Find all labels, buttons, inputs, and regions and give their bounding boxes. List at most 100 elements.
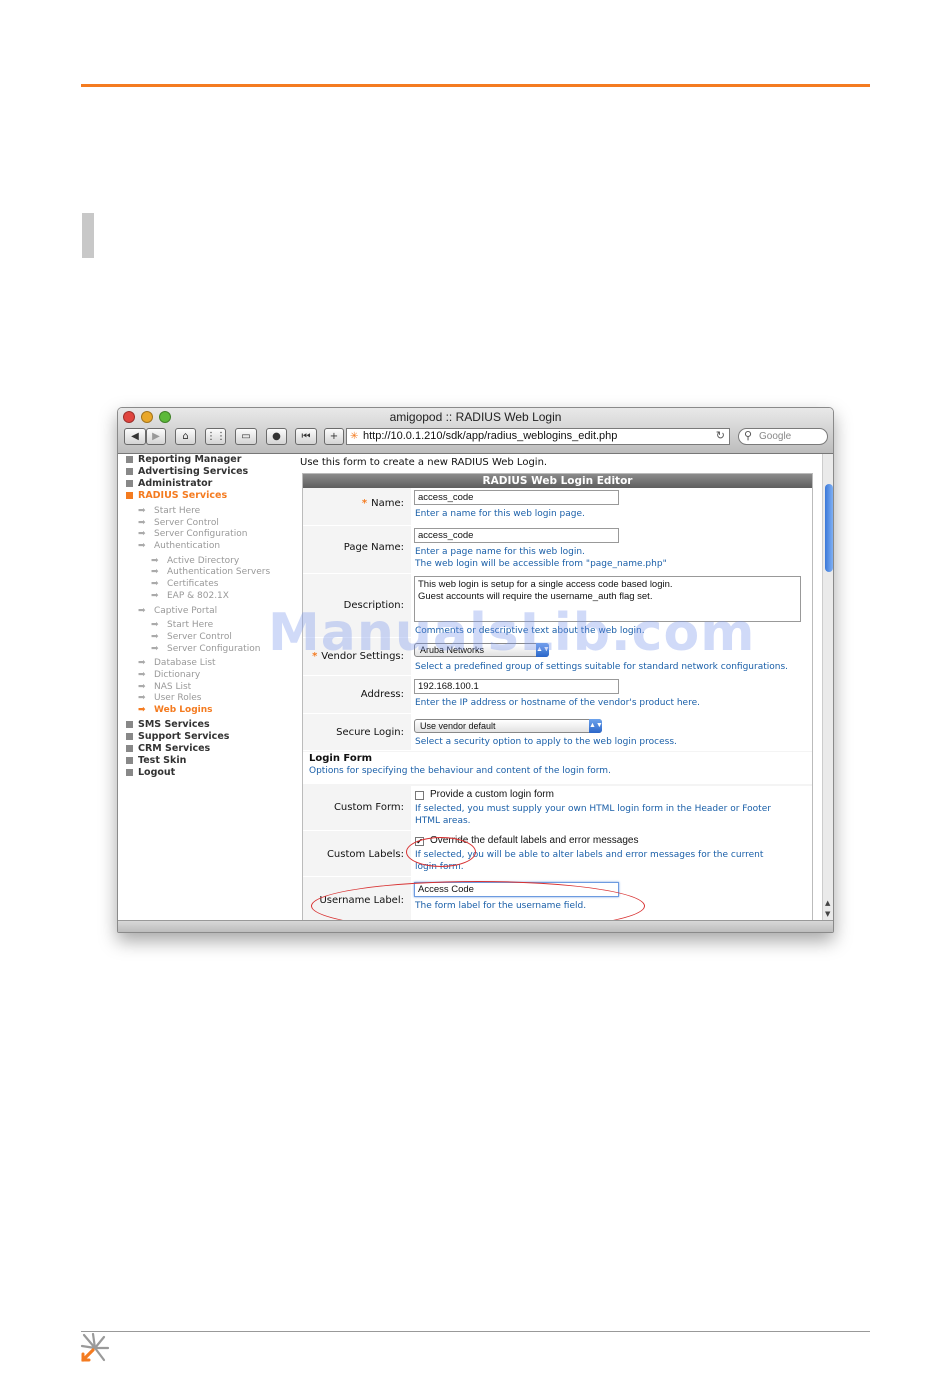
brand-logo-icon <box>80 1333 110 1362</box>
nav-sub-label: Captive Portal <box>154 605 218 616</box>
forward-arrow-icon: ▶ <box>152 431 160 442</box>
nav-sub-label: Start Here <box>167 620 214 631</box>
secure-login-label: Secure Login: <box>336 727 404 738</box>
nav-sub-label: Database List <box>154 658 216 669</box>
login-form-title: Login Form <box>309 753 373 764</box>
nav-item-logout[interactable]: Logout <box>125 767 295 779</box>
secure-login-cell: Use vendor default ▲▼ Select a security … <box>411 714 812 750</box>
nav-sub-user-roles[interactable]: ➡ User Roles <box>125 692 295 704</box>
bullet-square-icon <box>126 720 133 728</box>
nav-item-crm-services[interactable]: CRM Services <box>125 743 295 755</box>
arrow-right-icon: ➡ <box>138 681 146 692</box>
page-name-help-2: The web login will be accessible from "p… <box>415 559 667 569</box>
address-bar[interactable]: ✳ http://10.0.1.210/sdk/app/radius_weblo… <box>346 428 730 445</box>
nav-sub-label: NAS List <box>154 681 192 692</box>
nav-item-advertising-services[interactable]: Advertising Services <box>125 466 295 478</box>
page-name-input[interactable]: access_code <box>414 528 619 543</box>
grid-icon: ⋮⋮ <box>206 431 226 442</box>
home-button[interactable]: ⌂ <box>175 428 196 445</box>
bullet-square-icon <box>126 456 133 463</box>
nav-item-administrator[interactable]: Administrator <box>125 478 295 490</box>
nav-item-label: CRM Services <box>138 742 211 754</box>
vertical-scrollbar[interactable]: ▲ ▼ <box>822 454 833 922</box>
scrollbar-thumb[interactable] <box>825 484 833 572</box>
window-statusbar <box>118 920 833 932</box>
nav-sub-label: Server Control <box>154 517 219 528</box>
bullet-square-icon <box>126 756 133 764</box>
nav-item-reporting-manager[interactable]: Reporting Manager <box>125 454 295 466</box>
forward-button[interactable]: ▶ <box>146 428 166 445</box>
nav-sub-eap-8021x[interactable]: ➡ EAP & 802.1X <box>125 590 295 602</box>
site-favicon-icon: ✳ <box>350 431 359 442</box>
nav-sub-server-control[interactable]: ➡ Server Control <box>125 517 295 529</box>
arrow-right-icon: ➡ <box>151 555 159 566</box>
nav-item-label: Advertising Services <box>138 466 249 477</box>
address-label: Address: <box>360 689 404 700</box>
bookmarks-button[interactable]: ▭ <box>235 428 257 445</box>
page-content: Reporting Manager Advertising Services A… <box>118 454 833 931</box>
nav-sub-nas-list[interactable]: ➡ NAS List <box>125 681 295 693</box>
nav-item-sms-services[interactable]: SMS Services <box>125 719 295 731</box>
reload-icon[interactable]: ↻ <box>716 429 725 444</box>
custom-form-label: Custom Form: <box>333 802 404 813</box>
section-marker <box>82 213 94 258</box>
arrow-right-icon: ➡ <box>151 590 159 601</box>
custom-form-help-2: HTML areas. <box>415 816 471 826</box>
top-sites-button[interactable]: ⋮⋮ <box>205 428 226 445</box>
nav-sub-server-configuration[interactable]: ➡ Server Configuration <box>125 528 295 540</box>
nav-sub-start-here[interactable]: ➡ Start Here <box>125 505 295 517</box>
bullet-square-icon <box>126 480 133 487</box>
extension-button[interactable]: ● <box>266 428 287 445</box>
arrow-right-icon: ➡ <box>138 605 146 616</box>
nav-sub-label: User Roles <box>154 693 202 704</box>
window-titlebar: amigopod :: RADIUS Web Login ◀ ▶ ⌂ ⋮⋮ ▭ … <box>118 408 833 454</box>
nav-sub-web-logins[interactable]: ➡ Web Logins <box>125 704 295 716</box>
arrow-right-icon: ➡ <box>138 517 146 528</box>
nav-item-support-services[interactable]: Support Services <box>125 731 295 743</box>
custom-form-checkbox-label[interactable]: Provide a custom login form <box>430 789 554 800</box>
address-input[interactable]: 192.168.100.1 <box>414 679 619 694</box>
bullet-square-icon <box>126 732 133 740</box>
arrow-right-icon: ➡ <box>138 693 146 704</box>
nav-sub-authentication[interactable]: ➡ Authentication <box>125 540 295 552</box>
scroll-down-icon[interactable]: ▼ <box>825 910 830 918</box>
arrow-right-icon: ➡ <box>151 643 159 654</box>
arrow-right-icon: ➡ <box>151 631 159 642</box>
nav-item-label: Logout <box>138 766 176 778</box>
add-bookmark-button[interactable]: + <box>324 428 344 445</box>
row-page-name: Page Name: access_code Enter a page name… <box>303 526 812 574</box>
secure-login-select-value: Use vendor default <box>420 721 496 731</box>
required-star-icon: * <box>361 498 368 509</box>
row-secure-login: Secure Login: Use vendor default ▲▼ Sele… <box>303 714 812 751</box>
nav-sub-label: Server Configuration <box>167 643 261 654</box>
arrow-right-icon: ➡ <box>138 529 146 540</box>
nav-sub-dictionary[interactable]: ➡ Dictionary <box>125 669 295 681</box>
description-line-2: Guest accounts will require the username… <box>418 591 653 602</box>
search-field[interactable]: ⚲ Google <box>738 428 828 445</box>
bullet-square-icon <box>126 492 133 499</box>
nav-sub-label: Certificates <box>167 579 219 590</box>
back-button[interactable]: ◀ <box>124 428 146 445</box>
nav-item-label: Support Services <box>138 730 230 742</box>
nav-sub-label: Server Control <box>167 631 232 642</box>
arrow-right-icon: ➡ <box>138 705 146 715</box>
snapback-button[interactable]: ⏮ <box>295 428 317 445</box>
name-input[interactable]: access_code <box>414 490 619 505</box>
home-icon: ⌂ <box>182 431 189 442</box>
nav-sub-active-directory[interactable]: ➡ Active Directory <box>125 555 295 567</box>
arrow-right-icon: ➡ <box>138 669 146 680</box>
scroll-up-icon[interactable]: ▲ <box>825 899 830 907</box>
name-cell: access_code Enter a name for this web lo… <box>411 488 812 525</box>
arrow-right-icon: ➡ <box>151 620 159 631</box>
page-name-help-1: Enter a page name for this web login. <box>415 547 585 557</box>
bottom-rule <box>81 1331 870 1332</box>
custom-form-checkbox[interactable] <box>415 791 424 800</box>
nav-sub-label: Active Directory <box>167 555 240 566</box>
nav-sub-authentication-servers[interactable]: ➡ Authentication Servers <box>125 566 295 578</box>
bullet-square-icon <box>126 468 133 475</box>
nav-item-radius-services[interactable]: RADIUS Services <box>125 490 295 502</box>
nav-sub-certificates[interactable]: ➡ Certificates <box>125 578 295 590</box>
secure-login-select[interactable]: Use vendor default ▲▼ <box>414 719 603 733</box>
nav-item-label: Test Skin <box>138 754 187 766</box>
nav-item-test-skin[interactable]: Test Skin <box>125 755 295 767</box>
